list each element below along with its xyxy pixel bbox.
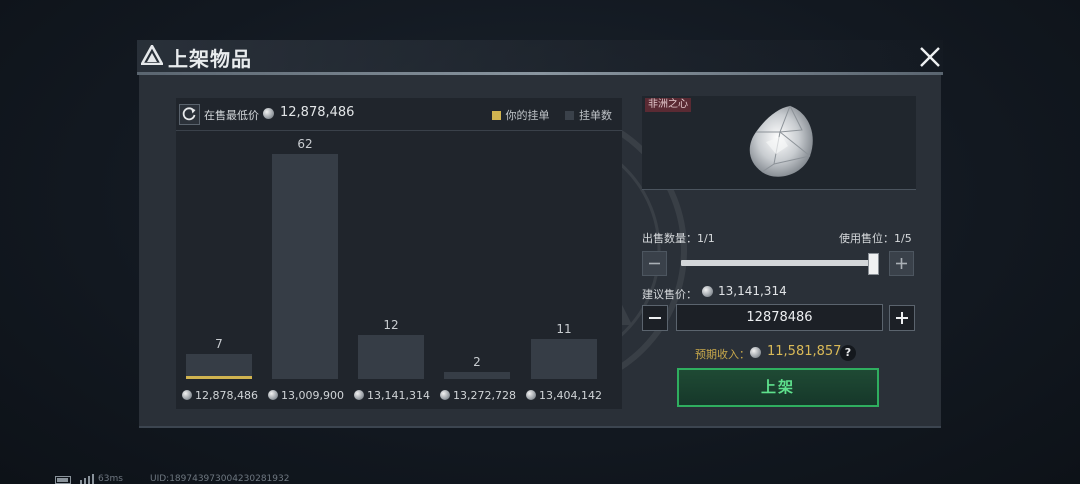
signal-icon [80,474,94,484]
legend-swatch [565,111,574,120]
uid-text: UID:18974397300423028193​2 [150,474,290,484]
legend-swatch [491,111,501,120]
slots-used: 使用售位：1/5 [839,230,912,246]
chart-tick-label: 13,141,314 [354,389,430,402]
tick-text: 13,404,142 [539,389,602,402]
chart-legend: 你的挂单 挂单数 [480,107,612,123]
dialog-body: 在售最低价 12,878,486 你的挂单 挂单数 7 62 12 2 11 12,87… [139,75,941,428]
chart-bar [186,353,252,379]
plus-icon [896,312,908,324]
ping-text: 63ms [98,474,123,484]
coin-icon [702,286,713,297]
legend-item-mine: 你的挂单 [491,109,550,122]
close-icon[interactable] [919,46,941,68]
chart-data-label: 2 [473,354,481,369]
tick-text: 12,878,486 [195,389,258,402]
chart-data-label: 7 [215,336,223,351]
chart-data-label: 62 [297,137,313,151]
slots-used-value: 1/5 [894,232,912,245]
coin-icon [268,390,278,400]
expected-income-value: 11,581,857 [767,344,842,359]
plus-icon [896,258,907,269]
coin-icon [263,108,274,119]
coin-icon [526,390,536,400]
quantity-slider-handle[interactable] [868,253,879,275]
price-increase-button[interactable] [889,305,915,331]
chart-bar-mine [186,375,252,379]
coin-icon [182,390,192,400]
coin-icon [440,390,450,400]
chart-bar [272,154,338,379]
minus-icon [649,262,660,265]
sell-quantity-value: 1/1 [697,232,715,245]
coin-icon [354,390,364,400]
tick-text: 13,009,900 [281,389,344,402]
chart-tick-label: 13,404,142 [526,389,602,402]
sell-quantity-label: 出售数量： [642,232,697,245]
suggested-price-label: 建议售价： [642,288,697,301]
lowest-price-value: 12,878,486 [280,105,355,120]
price-distribution-chart: 在售最低价 12,878,486 你的挂单 挂单数 7 62 12 2 11 12,87… [176,98,622,409]
coin-icon [750,347,761,358]
legend-item-count: 挂单数 [565,109,612,122]
quantity-decrease-button[interactable] [642,251,667,276]
quantity-increase-button[interactable] [889,251,914,276]
help-icon[interactable]: ? [840,345,856,361]
refresh-button[interactable] [179,104,200,125]
sell-quantity: 出售数量：1/1 [642,230,715,246]
legend-label: 挂单数 [579,109,612,122]
diamond-item-icon [749,105,813,177]
quantity-slider[interactable] [681,260,877,266]
tick-text: 13,272,728 [453,389,516,402]
chart-bar [531,339,597,379]
minus-icon [649,317,661,319]
chart-data-label: 12 [383,318,399,333]
chart-tick-label: 12,878,486 [182,389,258,402]
triangle-logo-icon [141,45,163,65]
item-name-tag: 非洲之心 [645,98,691,112]
list-item-dialog: 上架物品 在售最低价 12,878,486 你的挂单 挂单数 7 62 12 2… [137,40,943,428]
legend-label: 你的挂单 [505,109,550,122]
slots-used-label: 使用售位： [839,232,894,245]
refresh-icon [182,107,196,121]
lowest-price-label: 在售最低价 [204,109,259,122]
dialog-title: 上架物品 [168,47,252,71]
expected-income-label: 预期收入： [695,348,750,361]
price-input[interactable]: 12878486 [676,304,883,331]
chart-plot-area: 7 62 12 2 11 [176,130,622,380]
item-preview: 非洲之心 [642,96,916,190]
chart-tick-label: 13,272,728 [440,389,516,402]
suggested-price-value: 13,141,314 [718,284,787,298]
price-decrease-button[interactable] [642,305,668,331]
chart-header: 在售最低价 12,878,486 你的挂单 挂单数 [176,98,622,131]
chart-data-label: 11 [556,322,572,337]
battery-icon [55,476,71,484]
chart-bar [358,335,424,379]
chart-tick-label: 13,009,900 [268,389,344,402]
dialog-titlebar: 上架物品 [137,40,943,72]
chart-bar [444,371,510,379]
list-item-button[interactable]: 上架 [677,368,879,407]
tick-text: 13,141,314 [367,389,430,402]
